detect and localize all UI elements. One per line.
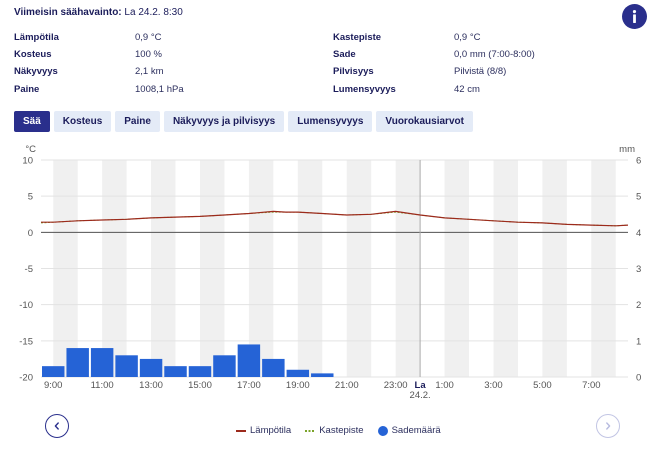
x-tick-label: 21:00 (335, 380, 359, 391)
legend-label-dewpoint: Kastepiste (319, 425, 364, 436)
y-left-tick-label: 5 (28, 192, 33, 203)
obs-value-snow-depth: 42 cm (454, 84, 480, 95)
y-right-unit: mm (619, 144, 635, 155)
tab-pressure[interactable]: Paine (115, 111, 160, 132)
temperature-line (41, 210, 629, 227)
obs-label-cloudiness: Pilvisyys (333, 66, 374, 77)
x-tick-label: 7:00 (582, 380, 601, 391)
precipitation-bar (115, 355, 138, 377)
info-icon (632, 10, 637, 23)
precipitation-bar (311, 373, 334, 377)
chart-legend: Lämpötila Kastepiste Sademäärä (236, 425, 441, 436)
title-label: Viimeisin säähavainto: (14, 7, 122, 18)
x-tick-sublabel: 24.2. (410, 390, 431, 401)
y-left-tick-label: -15 (19, 336, 33, 347)
observation-timestamp: La 24.2. 8:30 (124, 7, 183, 18)
chevron-left-icon (54, 422, 59, 430)
precipitation-bar (139, 358, 163, 377)
legend-swatch-temperature (236, 429, 246, 432)
y-right-tick-label: 6 (636, 156, 641, 167)
precipitation-bar (90, 348, 114, 377)
legend-swatch-dewpoint (305, 429, 316, 432)
legend-swatch-precipitation (377, 425, 388, 436)
legend-item-temperature[interactable]: Lämpötila (236, 425, 291, 436)
obs-value-cloudiness: Pilvistä (8/8) (454, 66, 507, 77)
legend-label-precipitation: Sademäärä (391, 425, 441, 436)
x-tick-label: 19:00 (286, 380, 310, 391)
precipitation-bar (66, 348, 89, 377)
obs-label-dewpoint: Kastepiste (333, 32, 382, 43)
x-tick-label: 23:00 (384, 380, 408, 391)
precipitation-bar (262, 358, 285, 377)
x-tick-label: 15:00 (188, 380, 212, 391)
y-left-tick-label: -10 (19, 300, 33, 311)
precipitation-bar (42, 366, 65, 377)
y-right-tick-label: 5 (636, 192, 641, 203)
x-tick-label: 13:00 (139, 380, 163, 391)
precipitation-bar (213, 355, 236, 377)
y-right-tick-label: 4 (636, 228, 641, 239)
precipitation-bar (286, 369, 310, 377)
tab-snow-depth[interactable]: Lumensyvyys (288, 111, 373, 132)
obs-value-dewpoint: 0,9 °C (454, 32, 481, 43)
x-tick-label: 9:00 (44, 380, 63, 391)
obs-value-humidity: 100 % (135, 49, 162, 60)
precipitation-bar (164, 366, 187, 377)
tab-visibility-cloudiness[interactable]: Näkyvyys ja pilvisyys (163, 111, 285, 132)
chevron-right-icon (606, 422, 611, 430)
tab-humidity[interactable]: Kosteus (53, 111, 112, 132)
obs-value-precipitation: 0,0 mm (7:00-8:00) (454, 49, 535, 60)
y-left-tick-label: -20 (19, 373, 33, 384)
y-right-tick-label: 0 (636, 373, 641, 384)
info-button[interactable] (622, 4, 647, 29)
latest-observation-title: Viimeisin säähavainto: La 24.2. 8:30 (14, 7, 183, 18)
legend-label-temperature: Lämpötila (250, 425, 292, 436)
y-right-tick-label: 1 (636, 336, 641, 347)
tab-daily-values[interactable]: Vuorokausiarvot (376, 111, 473, 132)
obs-value-visibility: 2,1 km (135, 66, 164, 77)
x-tick-label: 17:00 (237, 380, 261, 391)
x-tick-label: 3:00 (484, 380, 503, 391)
x-tick-label: 11:00 (91, 380, 114, 391)
legend-item-dewpoint[interactable]: Kastepiste (305, 425, 364, 436)
obs-label-pressure: Paine (14, 84, 40, 95)
precipitation-bar (188, 366, 212, 377)
y-left-tick-label: -5 (25, 264, 33, 275)
y-left-unit: °C (25, 144, 36, 155)
obs-label-humidity: Kosteus (14, 49, 52, 60)
legend-item-precipitation[interactable]: Sademäärä (377, 425, 441, 436)
obs-label-visibility: Näkyvyys (14, 66, 58, 77)
y-right-tick-label: 2 (636, 300, 641, 311)
next-button[interactable] (596, 414, 620, 438)
obs-value-pressure: 1008,1 hPa (135, 84, 184, 95)
obs-label-snow-depth: Lumensyvyys (333, 84, 396, 95)
obs-value-temperature: 0,9 °C (135, 32, 162, 43)
x-tick-label: 5:00 (533, 380, 552, 391)
previous-button[interactable] (45, 414, 69, 438)
precipitation-bar (237, 344, 261, 377)
y-left-tick-label: 0 (28, 228, 33, 239)
y-left-tick-label: 10 (22, 156, 33, 167)
obs-label-temperature: Lämpötila (14, 32, 59, 43)
x-tick-label: 1:00 (435, 380, 454, 391)
weather-chart: 1050-5-10-15-20°C6543210mm9:00 11:00 13:00… (19, 144, 641, 401)
obs-label-precipitation: Sade (333, 49, 356, 60)
y-right-tick-label: 3 (636, 264, 641, 275)
chart-tabs: Sää Kosteus Paine Näkyvyys ja pilvisyys … (14, 111, 473, 132)
tab-weather[interactable]: Sää (14, 111, 50, 132)
